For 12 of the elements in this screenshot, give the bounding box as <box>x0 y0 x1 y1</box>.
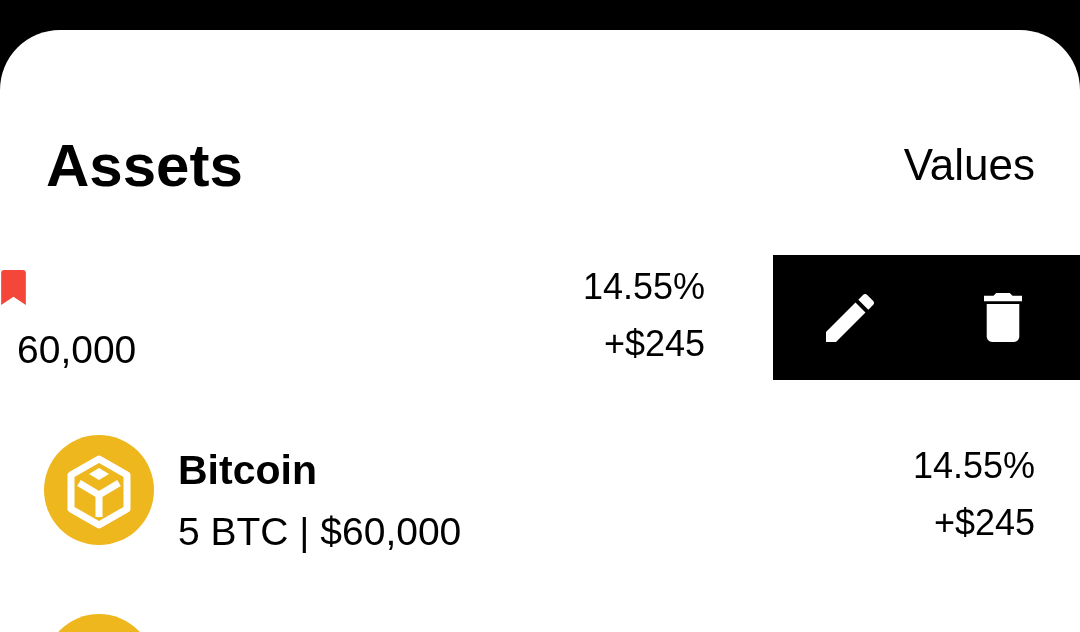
asset-name: Bitcoin <box>178 450 317 491</box>
trash-icon <box>984 293 1023 342</box>
values-label: Values <box>903 143 1035 187</box>
pencil-icon <box>825 293 874 342</box>
asset-holdings: 5 BTC | $60,000 <box>178 512 462 551</box>
change-amount: +$245 <box>933 505 1035 541</box>
change-percent: 14.55% <box>582 269 705 305</box>
section-title: Assets <box>46 136 243 196</box>
change-percent: 14.55% <box>912 448 1035 484</box>
change-amount: +$245 <box>603 326 705 362</box>
asset-holdings: 60,000 <box>17 330 137 369</box>
coin-icon <box>44 435 154 545</box>
